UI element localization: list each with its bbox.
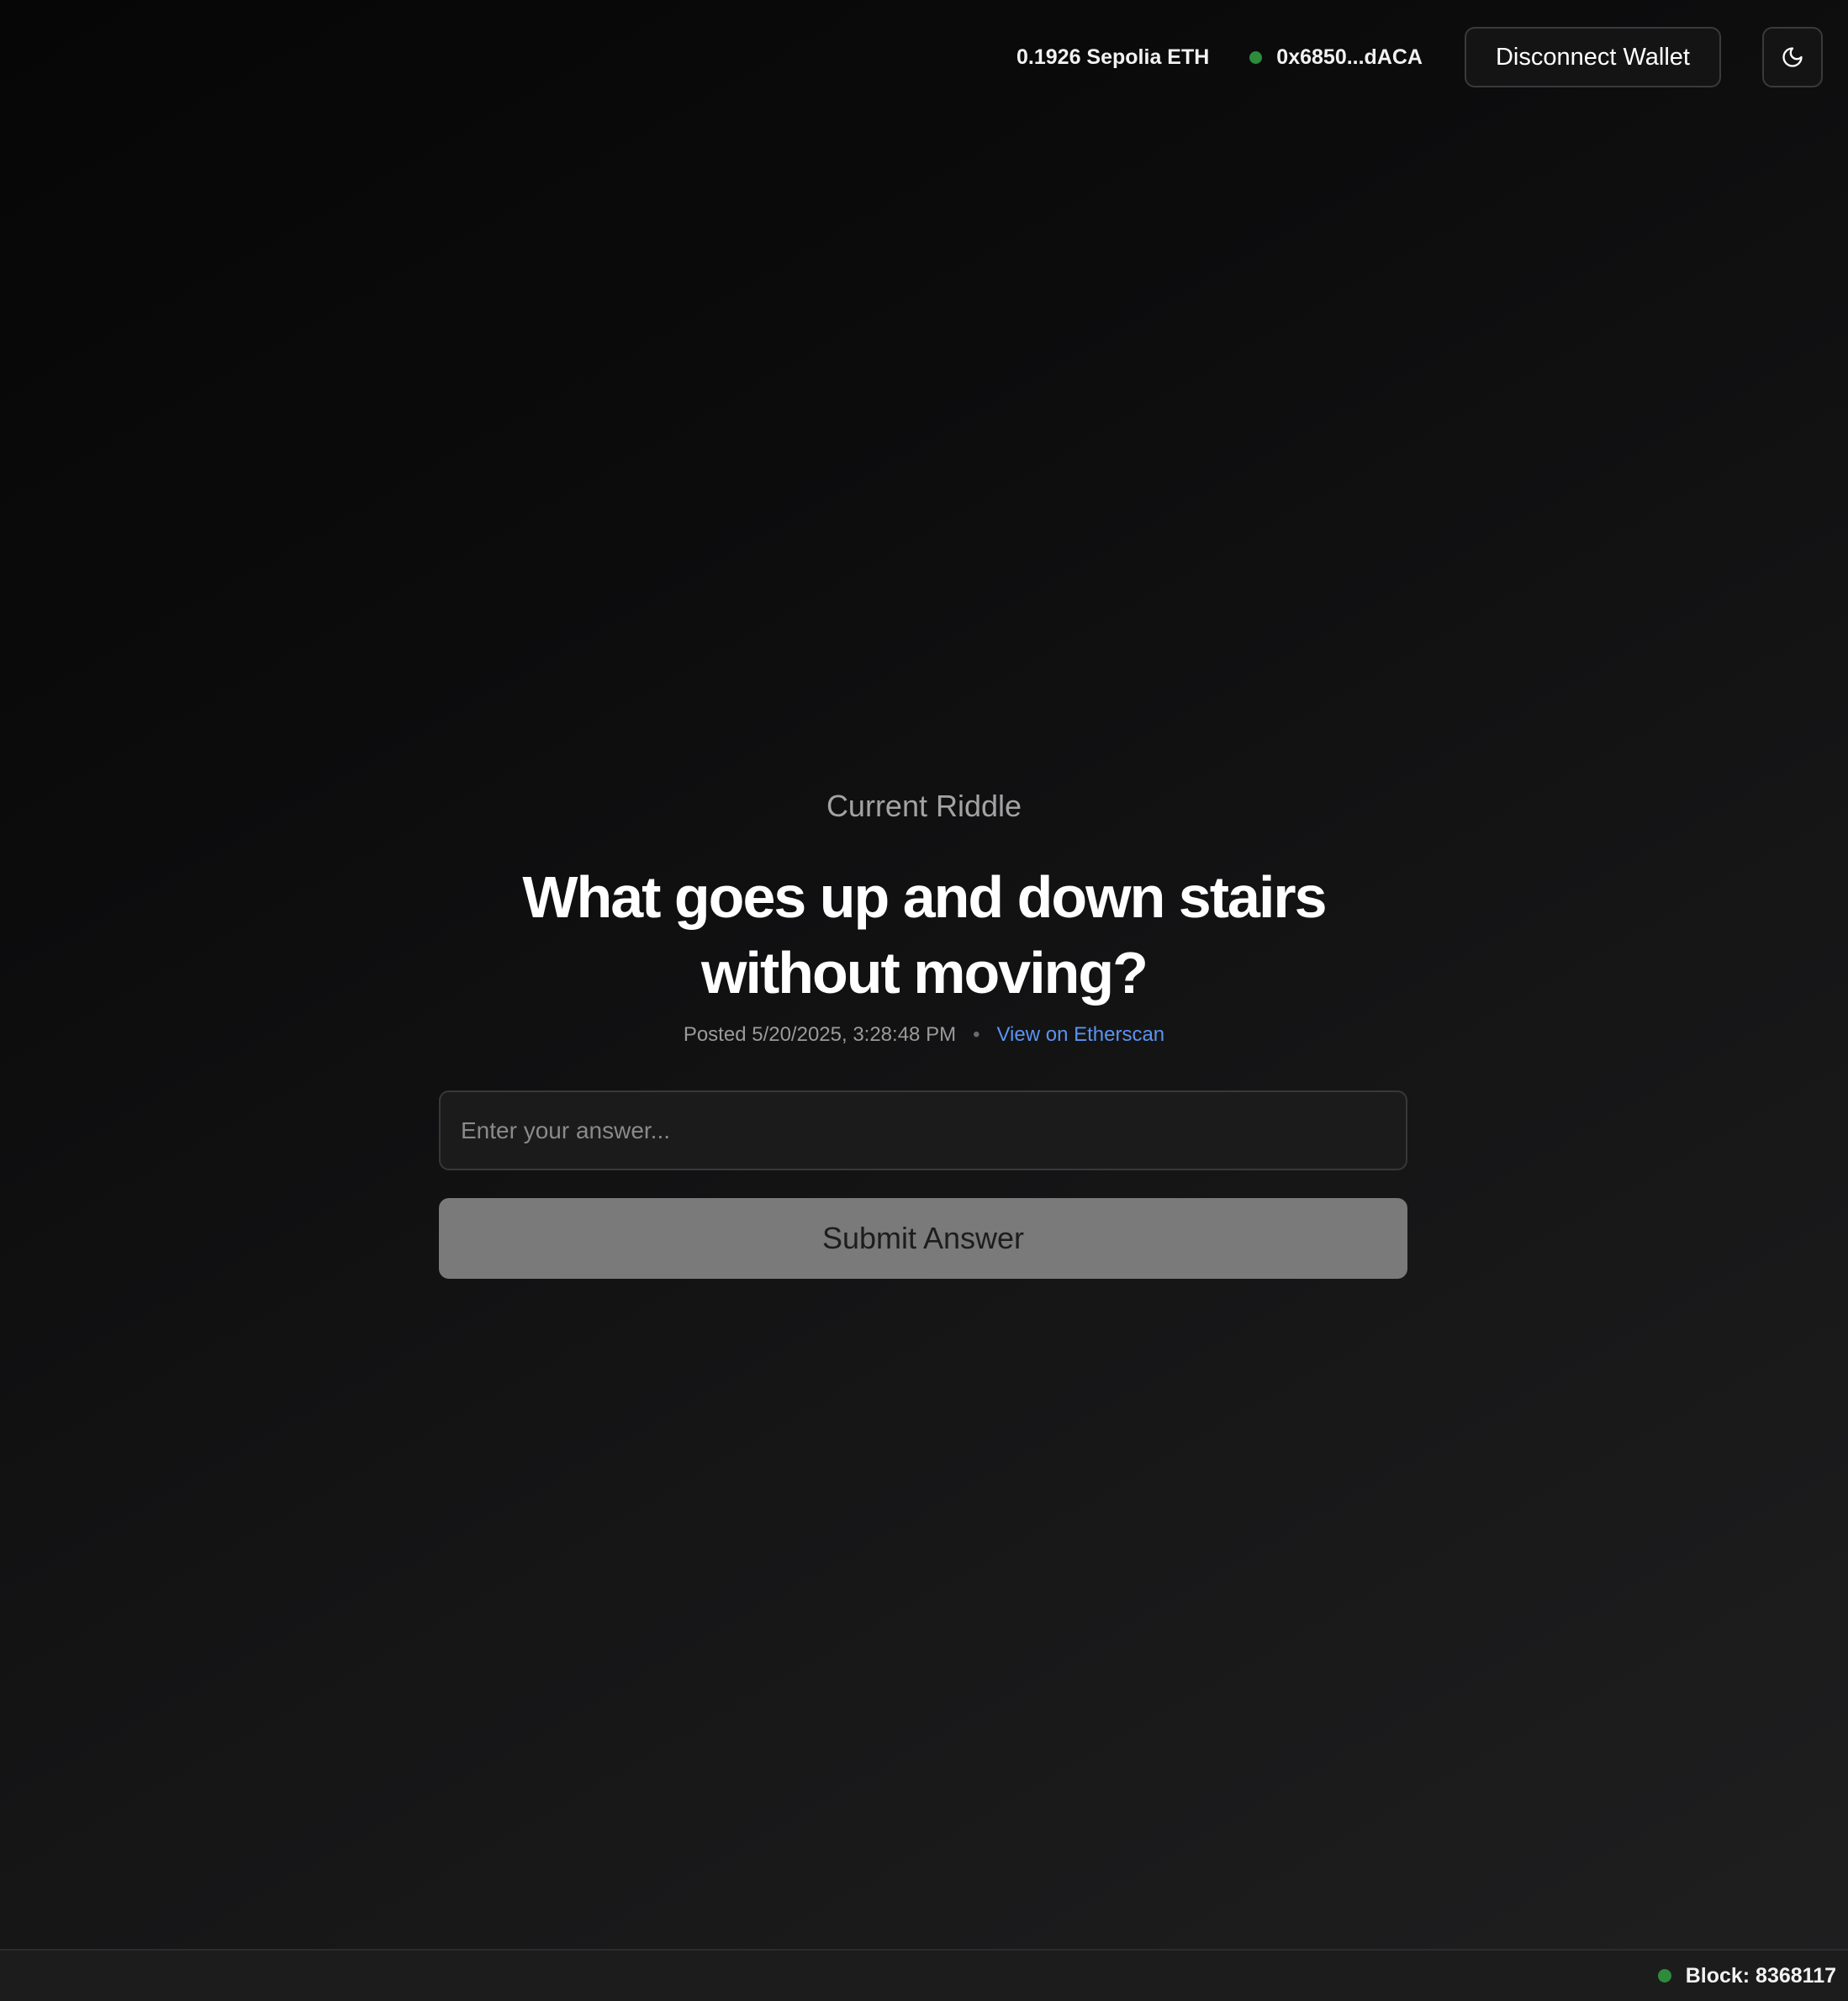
view-on-etherscan-link[interactable]: View on Etherscan [996, 1023, 1164, 1046]
theme-toggle-button[interactable] [1762, 27, 1823, 87]
wallet-balance: 0.1926 Sepolia ETH [1016, 45, 1210, 69]
block-status-dot [1657, 1969, 1671, 1983]
riddle-meta: Posted 5/20/2025, 3:28:48 PM • View on Eth… [0, 1023, 1848, 1047]
riddle-section-label: Current Riddle [826, 789, 1022, 823]
riddle-question: What goes up and down stairs without mov… [522, 864, 1327, 1006]
wallet-address: 0x6850...dACA [1276, 45, 1423, 69]
wallet-address-group: 0x6850...dACA [1249, 45, 1423, 70]
submit-answer-button[interactable]: Submit Answer [439, 1198, 1407, 1279]
block-number: Block: 8368117 [1685, 1963, 1836, 1988]
connection-status-dot [1249, 50, 1263, 64]
answer-input[interactable] [439, 1090, 1407, 1170]
meta-separator: • [973, 1023, 980, 1046]
moon-icon [1781, 45, 1804, 69]
disconnect-wallet-button[interactable]: Disconnect Wallet [1465, 27, 1721, 87]
posted-timestamp: Posted 5/20/2025, 3:28:48 PM [683, 1023, 957, 1046]
footer-status-bar: Block: 8368117 [0, 1949, 1848, 2001]
header: 0.1926 Sepolia ETH 0x6850...dACA Disconn… [1016, 27, 1823, 87]
